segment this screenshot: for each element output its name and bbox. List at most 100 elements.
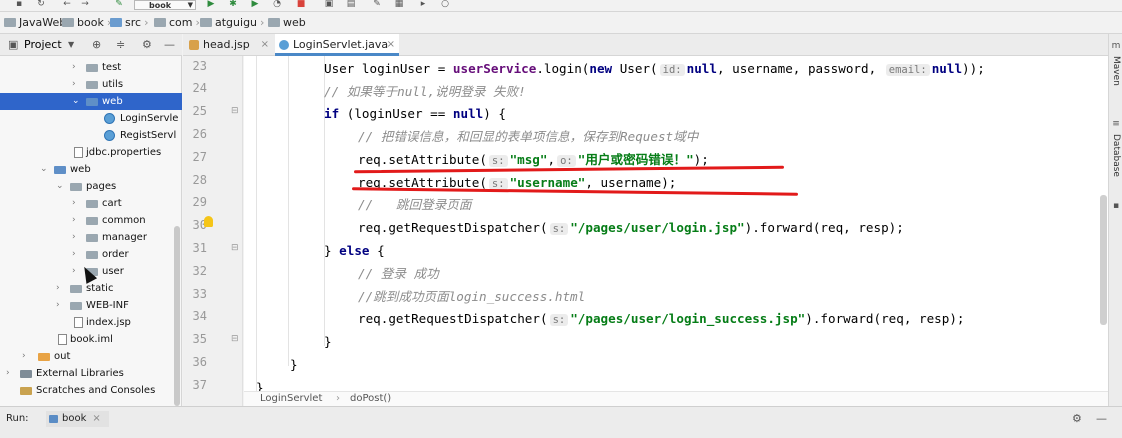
notifications-icon[interactable]: ▪ — [1111, 202, 1121, 211]
tree-item-jdbc-properties[interactable]: jdbc.properties — [0, 144, 182, 161]
collapse-icon[interactable]: ≑ — [116, 38, 125, 51]
chevron-right-icon[interactable]: › — [6, 365, 10, 382]
project-structure-icon[interactable]: ▦ — [394, 0, 404, 9]
search-icon[interactable]: ○ — [440, 0, 450, 9]
chevron-right-icon[interactable]: › — [56, 297, 60, 314]
iml-file-icon — [58, 334, 67, 345]
settings-wrench-icon[interactable]: ✎ — [372, 0, 382, 9]
code-line-24: // 如果等于null,说明登录 失败! — [324, 84, 526, 99]
chevron-right-icon[interactable]: › — [72, 195, 76, 212]
sync-icon[interactable]: ↻ — [36, 0, 46, 9]
minimize-icon[interactable]: — — [1096, 412, 1107, 425]
structure-icon[interactable]: ▤ — [346, 0, 356, 9]
chevron-right-icon[interactable]: › — [72, 229, 76, 246]
tree-item-external-libraries[interactable]: › External Libraries — [0, 365, 182, 382]
indent-guide — [288, 56, 289, 366]
breadcrumb-item[interactable]: atguigu › — [200, 16, 264, 30]
tree-item-pages[interactable]: ⌄ pages — [0, 178, 182, 195]
ide-window: { "toolbar": { "run_config": "book", "co… — [0, 0, 1122, 438]
coverage-icon[interactable]: ▶ — [250, 0, 260, 9]
intention-bulb-icon[interactable] — [204, 216, 213, 227]
jsp-file-icon — [74, 317, 83, 328]
tree-item-common[interactable]: › common — [0, 212, 182, 229]
chevron-down-icon[interactable]: ⌄ — [40, 161, 48, 178]
tree-item-cart[interactable]: › cart — [0, 195, 182, 212]
run-icon[interactable]: ▶ — [206, 0, 216, 9]
tool-window-maven[interactable]: Maven — [1111, 56, 1121, 86]
run-tab-book[interactable]: book × — [46, 411, 109, 427]
editor-tab-bar: head.jsp × LoginServlet.java × — [183, 34, 1108, 56]
tool-window-database[interactable]: Database — [1111, 134, 1121, 177]
git-icon[interactable]: ▣ — [324, 0, 334, 9]
code-editor[interactable]: User loginUser = userService.login(new U… — [244, 56, 1108, 391]
save-icon[interactable]: ▪ — [14, 0, 24, 9]
forward-icon[interactable]: → — [80, 0, 90, 9]
folder-icon — [86, 251, 98, 259]
properties-file-icon — [74, 147, 83, 158]
tree-item-order[interactable]: › order — [0, 246, 182, 263]
main-toolbar: ▪ ↻ ← → ✎ book ▼ ▶ ✱ ▶ ◔ ■ ▣ ▤ ✎ ▦ ▸ ○ — [0, 0, 1122, 12]
folder-icon — [86, 98, 98, 106]
tree-item-web-package[interactable]: ⌄ web — [0, 93, 182, 110]
chevron-right-icon[interactable]: › — [72, 76, 76, 93]
breadcrumb-item[interactable]: com › — [154, 16, 200, 30]
project-panel-title[interactable]: Project — [24, 38, 62, 51]
chevron-right-icon[interactable]: › — [22, 348, 26, 365]
editor-scrollbar[interactable] — [1100, 195, 1107, 325]
tree-item-out[interactable]: › out — [0, 348, 182, 365]
folder-icon — [62, 18, 74, 27]
tree-item-loginservlet[interactable]: LoginServle — [0, 110, 182, 127]
chevron-right-icon[interactable]: › — [72, 263, 76, 280]
code-line-34: req.getRequestDispatcher(s: "/pages/user/… — [358, 311, 965, 326]
tree-item-book-iml[interactable]: book.iml — [0, 331, 182, 348]
tree-item-index-jsp[interactable]: index.jsp — [0, 314, 182, 331]
breadcrumb-class[interactable]: LoginServlet — [260, 392, 322, 406]
right-tool-strip: m Maven ≡ Database ▪ — [1108, 34, 1122, 406]
gear-icon[interactable]: ⚙ — [1072, 412, 1082, 425]
database-icon[interactable]: ≡ — [1111, 120, 1121, 129]
fold-icon[interactable]: ⊟ — [231, 334, 239, 344]
run-config-select[interactable]: book ▼ — [134, 0, 196, 10]
tree-item-web-root[interactable]: ⌄ web — [0, 161, 182, 178]
fold-icon[interactable]: ⊟ — [231, 243, 239, 253]
project-panel-header: ▣ Project ▼ ⊕ ≑ ⚙ — — [0, 34, 182, 56]
chevron-right-icon[interactable]: › — [72, 59, 76, 76]
tree-scrollbar[interactable] — [174, 226, 180, 406]
tree-item-static[interactable]: › static — [0, 280, 182, 297]
back-icon[interactable]: ← — [62, 0, 72, 9]
project-icon: ▣ — [8, 38, 19, 51]
tree-item-web-inf[interactable]: › WEB-INF — [0, 297, 182, 314]
breadcrumb-item[interactable]: web — [268, 16, 306, 30]
breadcrumb-item[interactable]: src › — [110, 16, 148, 30]
breadcrumb-item[interactable]: book› — [62, 16, 111, 30]
chevron-down-icon[interactable]: ⌄ — [56, 178, 64, 195]
close-icon[interactable]: × — [387, 34, 395, 56]
profile-icon[interactable]: ◔ — [272, 0, 282, 9]
close-icon[interactable]: × — [261, 34, 269, 56]
maven-icon[interactable]: m — [1111, 42, 1121, 51]
chevron-down-icon[interactable]: ▼ — [68, 40, 74, 49]
tree-item-scratches[interactable]: Scratches and Consoles — [0, 382, 182, 399]
tree-item-manager[interactable]: › manager — [0, 229, 182, 246]
tree-item-test[interactable]: › test — [0, 59, 182, 76]
tab-head-jsp[interactable]: head.jsp × — [185, 34, 273, 56]
tree-item-registservlet[interactable]: RegistServl — [0, 127, 182, 144]
chevron-right-icon[interactable]: › — [72, 246, 76, 263]
chevron-right-icon[interactable]: › — [56, 280, 60, 297]
chevron-down-icon[interactable]: ⌄ — [72, 93, 80, 110]
gear-icon[interactable]: ⚙ — [142, 38, 152, 51]
build-icon[interactable]: ✎ — [114, 0, 124, 9]
tab-loginservlet-java[interactable]: LoginServlet.java × — [275, 34, 399, 56]
tree-item-utils[interactable]: › utils — [0, 76, 182, 93]
terminal-icon[interactable]: ▸ — [418, 0, 428, 9]
debug-icon[interactable]: ✱ — [228, 0, 238, 9]
line-number: 37 — [192, 378, 207, 392]
chevron-right-icon[interactable]: › — [72, 212, 76, 229]
minimize-icon[interactable]: — — [164, 38, 175, 51]
locate-icon[interactable]: ⊕ — [92, 38, 101, 51]
line-number: 35 — [192, 332, 207, 346]
fold-icon[interactable]: ⊟ — [231, 106, 239, 116]
breadcrumb-method[interactable]: doPost() — [350, 392, 391, 406]
line-number: 25 — [192, 104, 207, 118]
stop-icon[interactable]: ■ — [296, 0, 306, 9]
